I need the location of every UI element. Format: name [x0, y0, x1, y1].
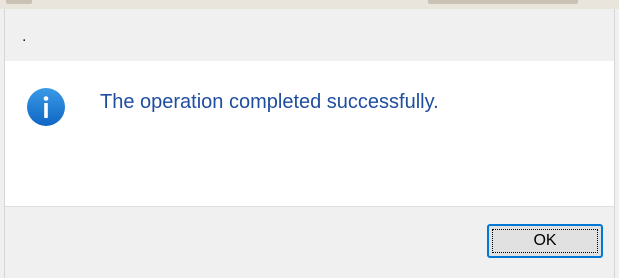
dialog-content: The operation completed successfully. [5, 61, 614, 206]
ok-button-label: OK [492, 229, 598, 253]
dialog-title: . [22, 28, 27, 45]
dialog-footer: OK [5, 206, 614, 278]
dialog-titlebar[interactable]: . [5, 9, 614, 61]
background-text-fragment [428, 0, 578, 4]
background-window-strip [0, 0, 619, 9]
dialog-message: The operation completed successfully. [100, 91, 439, 113]
info-icon [27, 88, 65, 126]
message-dialog: . The operation completed successfully. … [4, 9, 615, 278]
background-text-fragment [6, 0, 32, 4]
ok-button[interactable]: OK [487, 224, 603, 258]
